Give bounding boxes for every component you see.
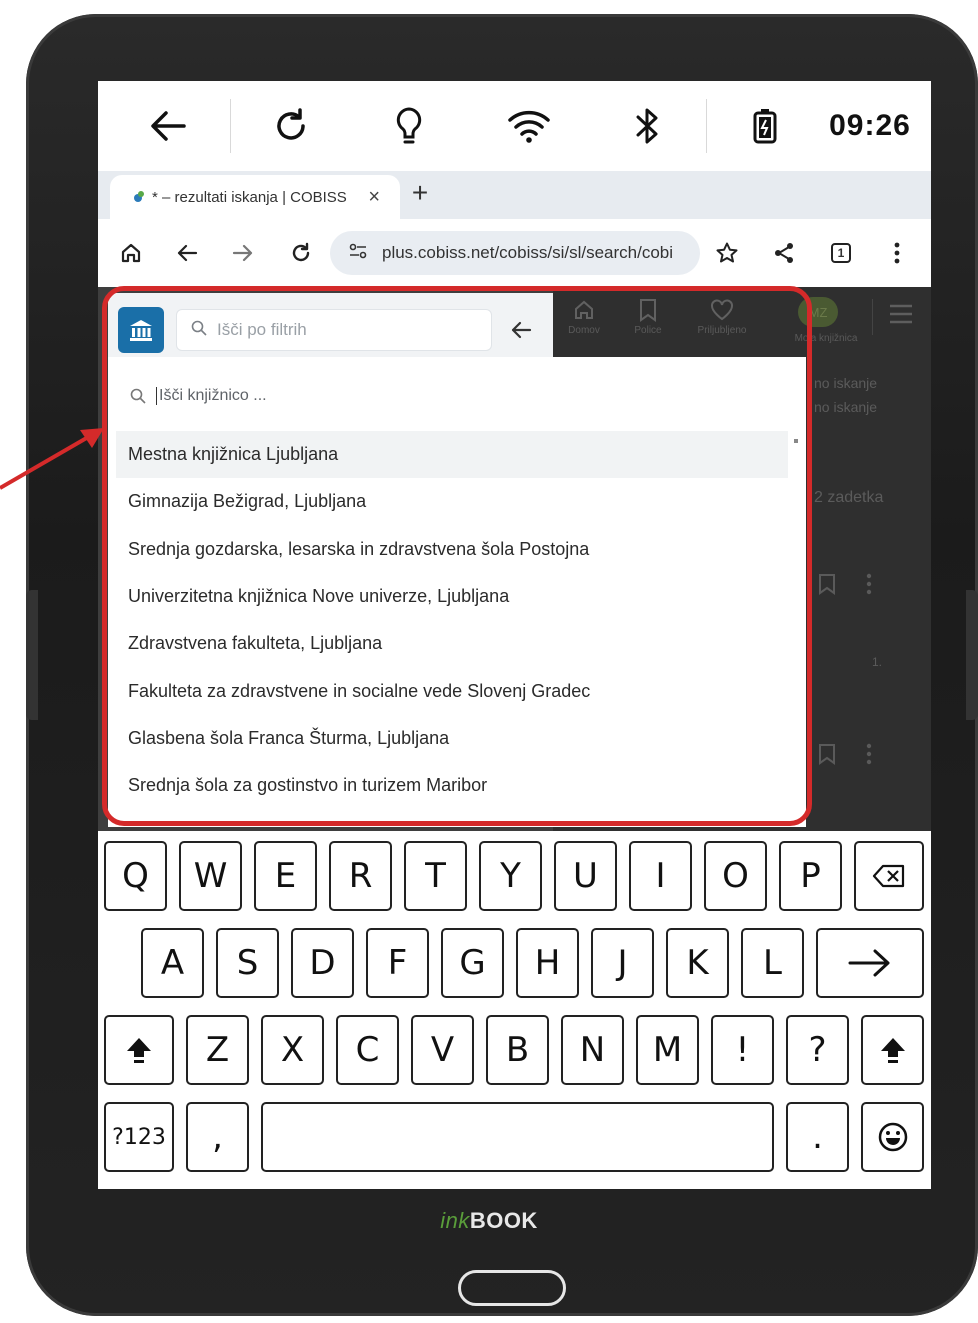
key-exclamation[interactable]: ! [711, 1015, 774, 1085]
emoji-key[interactable] [861, 1102, 924, 1172]
onscreen-keyboard: Q W E R T Y U I O P A S D F G H J K L Z … [98, 831, 931, 1189]
tab-count: 1 [837, 246, 845, 260]
enter-arrow-icon [848, 949, 890, 977]
browser-forward-icon[interactable] [226, 236, 260, 270]
key-t[interactable]: T [404, 841, 467, 911]
result-count: 2 zadetka [814, 489, 884, 506]
period-key[interactable]: . [786, 1102, 849, 1172]
key-m[interactable]: M [636, 1015, 699, 1085]
key-s[interactable]: S [216, 928, 279, 998]
bluetooth-icon[interactable] [622, 101, 672, 151]
result-index: 1. [872, 655, 883, 669]
shift-icon [127, 1038, 151, 1063]
clock: 09:26 [829, 109, 911, 142]
key-d[interactable]: D [291, 928, 354, 998]
side-button-right [966, 590, 978, 720]
battery-icon [742, 101, 788, 151]
shift-key-left[interactable] [104, 1015, 174, 1085]
brand-logo: inkBOOK [440, 1208, 538, 1233]
side-button-left [26, 590, 38, 720]
key-b[interactable]: B [486, 1015, 549, 1085]
highlight-frame [102, 286, 812, 826]
shift-key-right[interactable] [861, 1015, 924, 1085]
key-f[interactable]: F [366, 928, 429, 998]
key-e[interactable]: E [254, 841, 317, 911]
key-question[interactable]: ? [786, 1015, 849, 1085]
wifi-icon[interactable] [501, 101, 557, 151]
browser-back-icon[interactable] [170, 236, 204, 270]
home-icon[interactable] [114, 236, 148, 270]
back-arrow-icon[interactable] [143, 101, 193, 151]
browser-reload-icon[interactable] [284, 236, 318, 270]
key-v[interactable]: V [411, 1015, 474, 1085]
bookmark-icon[interactable] [818, 743, 836, 770]
key-p[interactable]: P [779, 841, 842, 911]
share-icon[interactable] [767, 236, 801, 270]
annotation-arrow [0, 428, 104, 490]
shift-icon [880, 1038, 905, 1063]
more-menu-icon[interactable] [880, 236, 914, 270]
device-screen: 09:26 * – rezultati iskanja | COBISS × +… [98, 81, 931, 1189]
tab-switcher-button[interactable]: 1 [824, 236, 858, 270]
status-bar: 09:26 [98, 81, 931, 171]
spacebar[interactable] [261, 1102, 774, 1172]
key-c[interactable]: C [336, 1015, 399, 1085]
key-i[interactable]: I [629, 841, 692, 911]
key-u[interactable]: U [554, 841, 617, 911]
dimmed-text: no iskanje [814, 399, 878, 415]
browser-tab[interactable]: * – rezultati iskanja | COBISS × [110, 175, 400, 219]
key-j[interactable]: J [591, 928, 654, 998]
tab-close-icon[interactable]: × [368, 186, 380, 209]
refresh-icon[interactable] [266, 101, 316, 151]
tab-strip: * – rezultati iskanja | COBISS × + [98, 171, 931, 219]
numbers-key[interactable]: ?123 [104, 1102, 174, 1172]
key-z[interactable]: Z [186, 1015, 249, 1085]
backspace-key[interactable] [854, 841, 924, 911]
bookmark-icon[interactable] [818, 573, 836, 600]
key-o[interactable]: O [704, 841, 767, 911]
backspace-icon [872, 864, 905, 888]
address-bar[interactable]: plus.cobiss.net/cobiss/si/sl/search/cobi [330, 231, 700, 275]
key-r[interactable]: R [329, 841, 392, 911]
key-x[interactable]: X [261, 1015, 324, 1085]
key-g[interactable]: G [441, 928, 504, 998]
key-q[interactable]: Q [104, 841, 167, 911]
dimmed-text: no iskanje [814, 375, 878, 391]
more-options-icon[interactable] [866, 743, 872, 770]
cobiss-favicon-icon [134, 191, 144, 202]
nav-divider [872, 299, 873, 335]
key-l[interactable]: L [741, 928, 804, 998]
more-options-icon[interactable] [866, 573, 872, 600]
url-text: plus.cobiss.net/cobiss/si/sl/search/cobi [382, 243, 674, 262]
device-home-button[interactable] [458, 1270, 566, 1306]
url-bar: plus.cobiss.net/cobiss/si/sl/search/cobi… [98, 219, 931, 287]
comma-key[interactable]: , [186, 1102, 249, 1172]
lightbulb-icon[interactable] [384, 101, 434, 151]
status-divider [706, 99, 707, 153]
key-y[interactable]: Y [479, 841, 542, 911]
status-divider [230, 99, 231, 153]
key-k[interactable]: K [666, 928, 729, 998]
key-w[interactable]: W [179, 841, 242, 911]
new-tab-button[interactable]: + [408, 177, 432, 209]
emoji-icon [878, 1122, 907, 1152]
tab-title: * – rezultati iskanja | COBISS [152, 188, 347, 206]
enter-key[interactable] [816, 928, 924, 998]
bookmark-star-icon[interactable] [710, 236, 744, 270]
site-settings-icon[interactable] [348, 243, 368, 264]
key-h[interactable]: H [516, 928, 579, 998]
hamburger-menu-icon[interactable] [888, 303, 914, 330]
key-a[interactable]: A [141, 928, 204, 998]
key-n[interactable]: N [561, 1015, 624, 1085]
